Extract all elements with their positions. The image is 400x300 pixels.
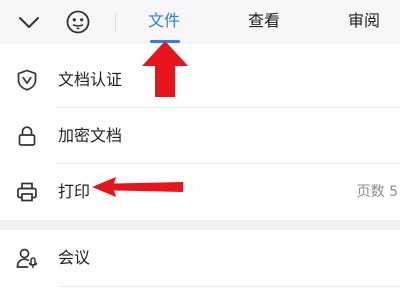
top-tab-bar: 文件 查看 审阅 [0, 0, 400, 44]
tab-view[interactable]: 查看 [248, 11, 280, 31]
menu-item-encrypt-document[interactable]: 加密文档 [0, 108, 400, 164]
menu-item-label: 文档认证 [58, 70, 123, 89]
tab-review[interactable]: 审阅 [348, 11, 380, 31]
section-separator [0, 220, 400, 230]
lock-icon [15, 124, 39, 148]
printer-icon [15, 180, 39, 204]
arrow-left-annotation [92, 177, 183, 197]
meeting-user-icon [15, 246, 39, 270]
row-divider [58, 286, 400, 287]
tab-file[interactable]: 文件 [148, 11, 180, 31]
menu-item-label: 打印 [58, 182, 91, 201]
menu-item-label: 加密文档 [58, 126, 123, 145]
menu-item-document-auth[interactable]: 文档认证 [0, 52, 400, 108]
menu-item-label: 会议 [58, 248, 91, 267]
menu-item-meeting[interactable]: 会议 [0, 230, 400, 286]
arrow-up-annotation [142, 41, 188, 97]
shield-check-icon [15, 68, 39, 92]
toolbar-divider [115, 14, 116, 32]
menu-item-print[interactable]: 打印 页数 5 [0, 164, 400, 220]
chevron-down-icon[interactable] [17, 11, 41, 33]
print-page-count: 页数 5 [356, 184, 398, 200]
app-screen: 文件 查看 审阅 文档认证 加密文档 打印 页数 5 会议 [0, 0, 400, 300]
emoji-face-icon[interactable] [64, 8, 92, 36]
